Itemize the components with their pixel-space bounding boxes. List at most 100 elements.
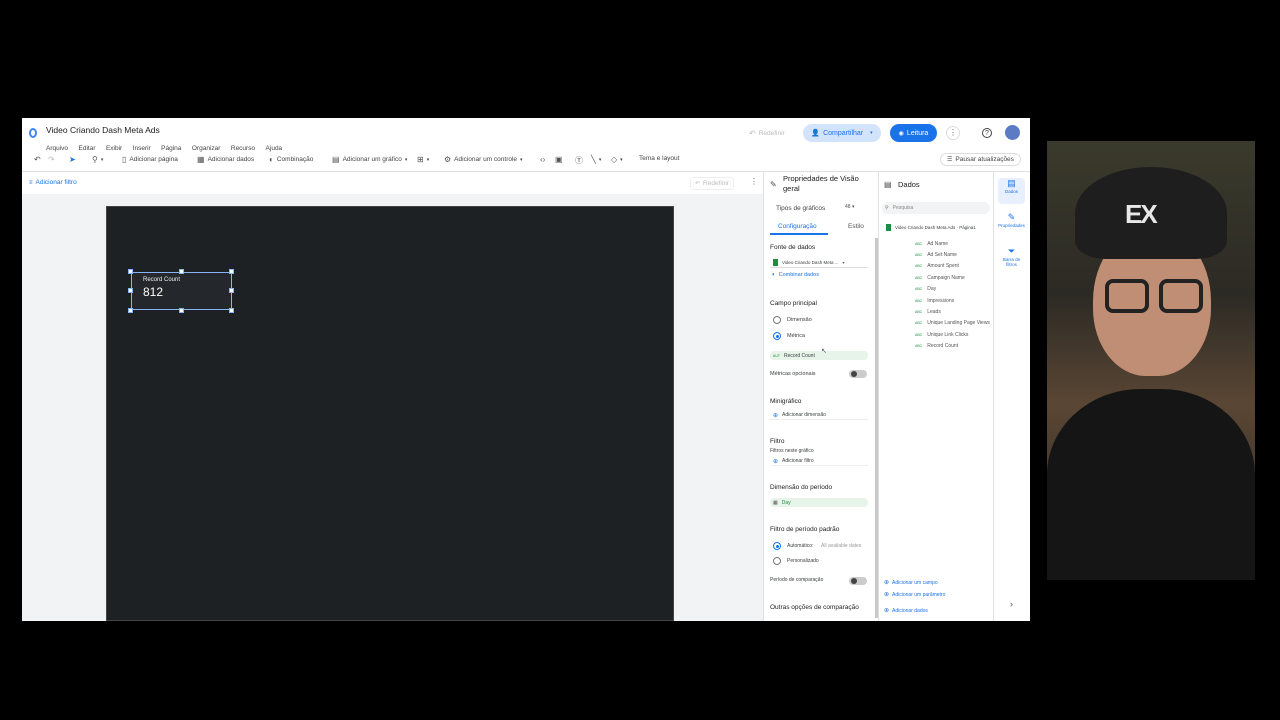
add-data-button[interactable]: ▦ Adicionar dados [197,155,254,164]
tab-configuracao[interactable]: Configuração [778,223,817,230]
text-icon[interactable]: Ⓣ [575,155,583,166]
field-search-input[interactable]: ⚲ Pesquisa [882,202,990,214]
chart-type-scorecard-icon[interactable]: 48 ▾ [845,204,854,210]
resize-handle[interactable] [229,308,234,313]
automatic-radio[interactable] [773,542,781,550]
resize-handle[interactable] [179,269,184,274]
field-item[interactable]: Record Count [915,343,958,349]
shape-icon[interactable]: ◇ ▾ [611,155,623,164]
resize-handle[interactable] [128,288,133,293]
metric-radio[interactable] [773,332,781,340]
undo-icon[interactable]: ↶ [34,155,41,164]
field-item[interactable]: Day [915,286,936,292]
dimension-radio[interactable] [773,316,781,324]
panel-add-data-button[interactable]: ⊕ Adicionar dados [884,607,928,615]
funnel-icon: ⏷ [1007,246,1016,256]
app-logo-icon[interactable] [29,128,37,138]
data-source-name: Video Criando Dash Meta ... [782,259,839,265]
resize-handle[interactable] [229,269,234,274]
chart-types-button[interactable]: Tipos de gráficos [776,205,825,212]
tab-estilo[interactable]: Estilo [848,223,864,230]
add-chart-button[interactable]: ▤ Adicionar um gráfico ▾ [332,155,407,164]
control-icon: ⚙ [444,155,452,164]
add-dimension-button[interactable]: ⊕ Adicionar dimensão [770,411,868,420]
reset-label: Redefinir [758,130,785,137]
optional-metrics-toggle[interactable] [849,370,867,378]
blend-data-link[interactable]: ◐ Combinar dados [772,272,819,278]
data-source-select[interactable]: Video Criando Dash Meta ... ▾ [770,257,868,268]
data-panel-title: Dados [898,180,920,189]
image-icon[interactable]: ▣ [555,155,563,164]
report-page[interactable] [106,206,674,621]
field-item[interactable]: Leads [915,309,941,315]
filter-reset-label: Redefinir [703,180,730,187]
field-item[interactable]: Amount Spent [915,263,959,269]
more-options-icon[interactable]: ⋮ [946,126,960,140]
field-item[interactable]: Impressions [915,298,954,304]
rail-data-button[interactable]: ▤ Dados [998,178,1025,204]
custom-radio[interactable] [773,557,781,565]
search-placeholder: Pesquisa [892,205,914,211]
add-parameter-button[interactable]: ⊕ Adicionar um parâmetro [884,591,945,599]
share-label: Compartilhar [823,129,864,137]
add-filter-button[interactable]: ≡ Adicionar filtro [29,179,77,186]
community-viz-button[interactable]: ⊞ ▾ [417,155,429,164]
add-data-label: Adicionar dados [207,156,255,163]
add-dimension-label: Adicionar dimensão [782,412,826,418]
data-panel-icon: ▤ [884,180,892,189]
add-page-button[interactable]: ▯ Adicionar página [122,155,178,164]
pencil-icon: ✎ [1007,212,1016,222]
right-rail [993,172,1030,621]
code-icon[interactable]: ‹› [540,155,545,164]
field-item[interactable]: Ad Name [915,241,948,247]
other-options-heading: Outras opções de comparação [770,604,859,611]
field-item[interactable]: Unique Link Clicks [915,332,968,338]
data-panel [878,172,993,621]
rail-filterbar-button[interactable]: ⏷ Barra de filtros [998,246,1025,272]
chart-add-filter-button[interactable]: ⊕ Adicionar filtro [770,457,868,466]
comparison-toggle[interactable] [849,577,867,585]
chevron-right-icon[interactable]: › [1010,599,1013,609]
data-source-heading: Fonte de dados [770,244,816,251]
filter-reset-button[interactable]: ↶ Redefinir [690,177,735,190]
zoom-icon[interactable]: ⚲ ▾ [92,155,103,164]
view-mode-button[interactable]: ◉ Leitura [890,124,937,142]
resize-handle[interactable] [179,308,184,313]
avatar[interactable] [1005,125,1020,140]
theme-layout-button[interactable]: Tema e layout [639,155,679,162]
field-item[interactable]: Unique Landing Page Views [915,320,990,326]
filterbar-more-icon[interactable]: ⋮ [750,177,758,186]
data-source-row[interactable]: Video Criando Dash Meta Ads · Página1 [886,224,976,231]
resize-handle[interactable] [128,308,133,313]
select-cursor-icon[interactable]: ➤ [69,155,76,164]
resize-handle[interactable] [229,288,234,293]
custom-label: Personalizado [787,558,819,564]
redo-icon[interactable]: ↷ [48,155,55,164]
document-title[interactable]: Video Criando Dash Meta Ads [46,125,160,135]
metric-type-icon: AUT [773,353,780,358]
add-circle-icon: ⊕ [884,592,890,598]
add-control-button[interactable]: ⚙ Adicionar um controle ▾ [444,155,523,164]
scorecard-chart[interactable]: Record Count 812 [131,272,232,310]
table-icon: ▤ [1007,178,1016,188]
share-button[interactable]: 👤 Compartilhar ▾ [803,124,881,142]
chevron-down-icon: ▾ [870,130,873,136]
pause-updates-button[interactable]: ☰ Pausar atualizações [940,153,1021,166]
chevron-down-icon: ▾ [842,259,845,265]
add-chart-label: Adicionar um gráfico [342,156,402,163]
add-field-button[interactable]: ⊕ Adicionar um campo [884,579,938,587]
reset-button[interactable]: ↶ Redefinir [749,129,785,138]
dimension-label: Dimensão [787,317,812,323]
period-dimension-chip[interactable]: ▦ Day [770,498,868,507]
help-icon[interactable]: ? [982,128,992,138]
metric-chip[interactable]: AUT Record Count [770,351,868,360]
add-field-label: Adicionar um campo [892,579,938,586]
resize-handle[interactable] [128,269,133,274]
rail-properties-button[interactable]: ✎ Propriedades [998,212,1025,238]
line-icon[interactable]: ╲ ▾ [591,155,601,164]
field-item[interactable]: Campaign Name [915,275,965,281]
rail-data-label: Dados [1004,189,1018,194]
blend-button[interactable]: ◐ Combinação [269,155,313,164]
search-icon: ⚲ [885,205,889,211]
field-item[interactable]: Ad Set Name [915,252,957,258]
